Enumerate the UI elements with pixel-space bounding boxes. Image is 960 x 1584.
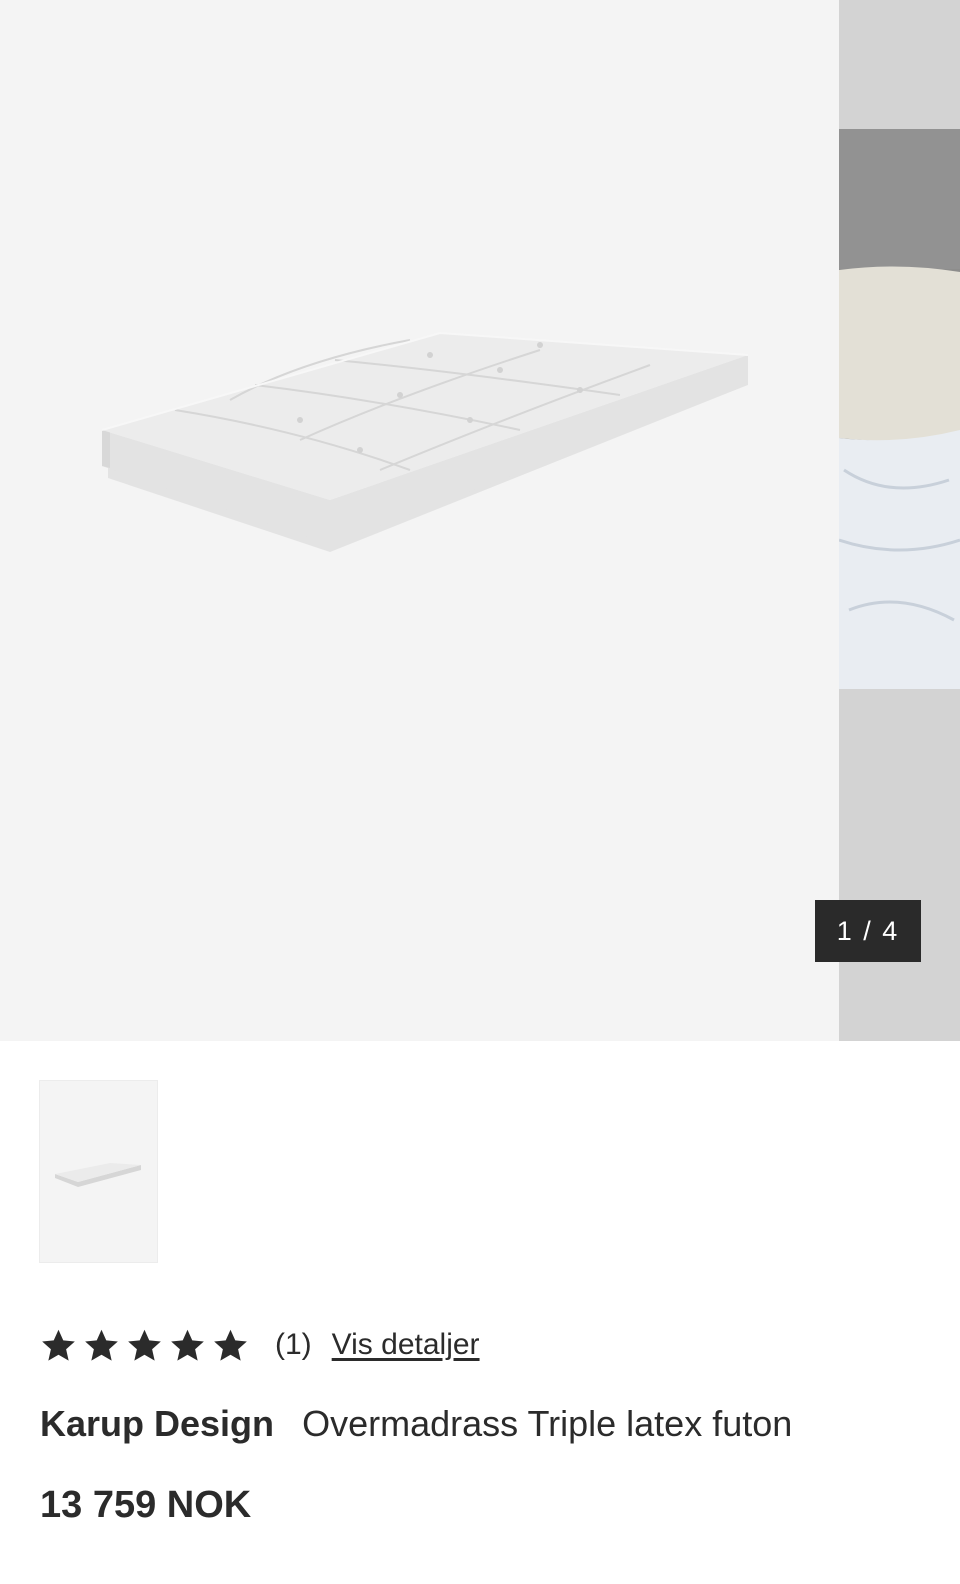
thumbnail-1[interactable] <box>39 1080 158 1263</box>
mattress-image <box>101 331 749 552</box>
star-icon <box>214 1329 247 1361</box>
mattress-thumbnail-image <box>55 1163 141 1187</box>
star-icon <box>85 1329 118 1361</box>
image-counter-separator: / <box>863 915 873 946</box>
star-icon <box>171 1329 204 1361</box>
product-title: Karup Design Overmadrass Triple latex fu… <box>40 1403 792 1445</box>
bedroom-image-partial <box>839 0 960 1041</box>
product-name: Overmadrass Triple latex futon <box>302 1403 793 1444</box>
view-details-link[interactable]: Vis detaljer <box>332 1328 480 1362</box>
image-carousel[interactable]: 1 / 4 <box>0 0 960 1041</box>
brand-name[interactable]: Karup Design <box>40 1403 274 1444</box>
review-count: (1) <box>275 1328 312 1361</box>
product-image-next[interactable] <box>839 0 960 1041</box>
product-page: 1 / 4 (1) Vis detaljer Karup Design Over… <box>0 0 960 1584</box>
image-counter-current: 1 <box>836 915 854 946</box>
product-image-main[interactable] <box>0 0 839 1041</box>
star-rating <box>40 1327 249 1364</box>
image-counter-total: 4 <box>882 915 900 946</box>
star-icon <box>42 1329 75 1361</box>
rating-row: (1) Vis detaljer <box>40 1320 480 1370</box>
product-price: 13 759 NOK <box>40 1484 252 1526</box>
image-counter: 1 / 4 <box>815 900 921 962</box>
star-icon <box>128 1329 161 1361</box>
